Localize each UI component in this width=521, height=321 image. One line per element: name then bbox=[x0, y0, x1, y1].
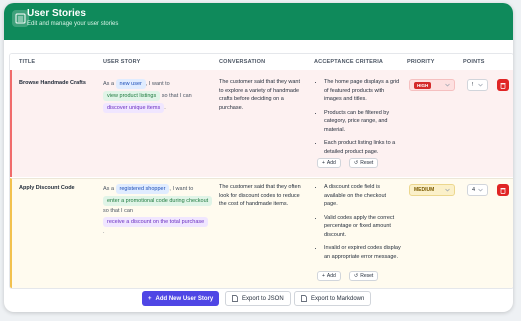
criterion-item[interactable]: Each product listing links to a detailed… bbox=[324, 139, 401, 156]
trash-icon bbox=[500, 82, 506, 89]
delete-button[interactable] bbox=[497, 184, 509, 196]
chevron-down-icon bbox=[478, 83, 483, 87]
priority-select[interactable]: HIGH bbox=[409, 79, 455, 91]
file-icon bbox=[232, 295, 238, 302]
criterion-item[interactable]: The home page displays a grid of feature… bbox=[324, 78, 401, 104]
criterion-item[interactable]: A discount code field is available on th… bbox=[324, 183, 401, 209]
chevron-down-icon bbox=[445, 83, 450, 87]
priority-badge: HIGH bbox=[414, 81, 432, 89]
table-row: Apply Discount Code As a registered shop… bbox=[10, 178, 513, 288]
export-json-button[interactable]: Export to JSON bbox=[225, 291, 291, 306]
user-story: As a registered shopper, I want to enter… bbox=[103, 183, 215, 236]
header-bar: User Stories Edit and manage your user s… bbox=[4, 3, 513, 40]
criterion-item[interactable]: Valid codes apply the correct percentage… bbox=[324, 214, 401, 240]
story-as-a: As a bbox=[103, 81, 115, 87]
criterion-item[interactable]: Products can be filtered by category, pr… bbox=[324, 109, 401, 135]
reset-icon: ↺ bbox=[354, 273, 359, 279]
story-so-that: so that I can bbox=[161, 93, 192, 99]
chevron-down-icon bbox=[445, 188, 450, 192]
page-title: User Stories bbox=[27, 8, 86, 19]
add-user-story-button[interactable]: + Add New User Story bbox=[142, 291, 220, 306]
conversation[interactable]: The customer said that they often look f… bbox=[219, 183, 305, 209]
chevron-down-icon bbox=[478, 188, 483, 192]
story-as-a: As a bbox=[103, 186, 115, 192]
priority-select[interactable]: MEDIUM bbox=[409, 184, 455, 196]
story-so-that: so that I can bbox=[103, 208, 133, 214]
reset-label: Reset bbox=[360, 160, 374, 166]
points-select[interactable]: ! bbox=[467, 79, 488, 91]
col-acceptance-criteria: ACCEPTANCE CRITERIA bbox=[314, 59, 384, 65]
story-end: . bbox=[103, 228, 105, 235]
page-subtitle: Edit and manage your user stories bbox=[27, 21, 119, 27]
story-title[interactable]: Browse Handmade Crafts bbox=[19, 79, 99, 88]
add-label: Add bbox=[326, 160, 336, 166]
stories-table: TITLE USER STORY CONVERSATION ACCEPTANCE… bbox=[9, 53, 513, 289]
criterion-item[interactable]: Invalid or expired codes display an appr… bbox=[324, 244, 401, 261]
story-end: . bbox=[164, 105, 166, 111]
points-value: 4 bbox=[472, 187, 476, 193]
story-title[interactable]: Apply Discount Code bbox=[19, 184, 99, 193]
table-header: TITLE USER STORY CONVERSATION ACCEPTANCE… bbox=[10, 54, 513, 71]
action-chip[interactable]: view product listings bbox=[103, 91, 161, 101]
role-chip[interactable]: registered shopper bbox=[115, 184, 170, 194]
delete-button[interactable] bbox=[497, 79, 509, 91]
add-story-label: Add New User Story bbox=[155, 295, 214, 302]
story-i-want: , I want to bbox=[169, 186, 194, 192]
add-criterion-button[interactable]: + Add bbox=[317, 158, 341, 168]
add-criterion-button[interactable]: + Add bbox=[317, 271, 341, 281]
col-points: POINTS bbox=[463, 59, 485, 65]
col-user-story: USER STORY bbox=[103, 59, 141, 65]
table-row: Browse Handmade Crafts As a new user, I … bbox=[10, 70, 513, 177]
priority-badge: MEDIUM bbox=[414, 187, 435, 193]
user-story: As a new user, I want to view product li… bbox=[103, 78, 213, 114]
user-stories-card: User Stories Edit and manage your user s… bbox=[4, 3, 513, 312]
conversation[interactable]: The customer said that they want to expl… bbox=[219, 78, 305, 112]
col-priority: PRIORITY bbox=[407, 59, 435, 65]
plus-icon: + bbox=[322, 160, 325, 166]
export-json-label: Export to JSON bbox=[242, 295, 284, 302]
benefit-chip[interactable]: receive a discount on the total purchase bbox=[103, 216, 209, 227]
col-conversation: CONVERSATION bbox=[219, 59, 266, 65]
file-icon bbox=[301, 295, 307, 302]
benefit-chip[interactable]: discover unique items bbox=[103, 103, 165, 113]
reset-criteria-button[interactable]: ↺ Reset bbox=[349, 271, 379, 281]
acceptance-criteria: The home page displays a grid of feature… bbox=[315, 78, 401, 161]
reset-criteria-button[interactable]: ↺ Reset bbox=[349, 158, 379, 168]
add-label: Add bbox=[326, 273, 336, 279]
acceptance-criteria: A discount code field is available on th… bbox=[315, 183, 401, 266]
export-markdown-button[interactable]: Export to Markdown bbox=[294, 291, 372, 306]
points-value: ! bbox=[472, 82, 474, 88]
trash-icon bbox=[500, 187, 506, 194]
reset-label: Reset bbox=[360, 273, 374, 279]
action-chip[interactable]: enter a promotional code during checkout bbox=[103, 196, 213, 206]
col-title: TITLE bbox=[19, 59, 36, 65]
plus-icon: + bbox=[148, 295, 152, 302]
story-i-want: , I want to bbox=[145, 81, 170, 87]
plus-icon: + bbox=[322, 273, 325, 279]
points-select[interactable]: 4 bbox=[467, 184, 488, 196]
export-markdown-label: Export to Markdown bbox=[311, 295, 365, 302]
reset-icon: ↺ bbox=[354, 160, 359, 166]
role-chip[interactable]: new user bbox=[115, 79, 146, 89]
